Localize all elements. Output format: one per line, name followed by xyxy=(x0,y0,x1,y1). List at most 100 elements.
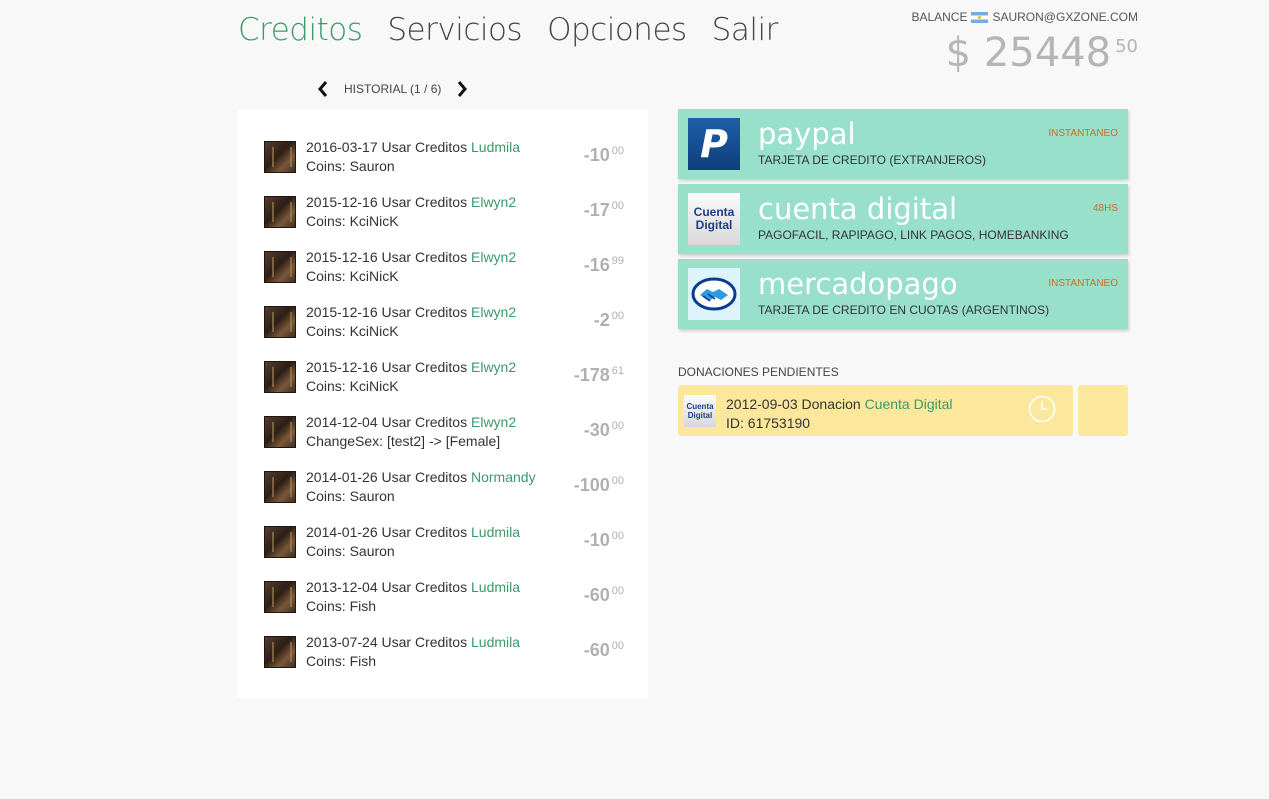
history-user-link[interactable]: Elwyn2 xyxy=(471,304,516,320)
history-user-link[interactable]: Elwyn2 xyxy=(471,414,516,430)
balance-amount: $ 25448 50 xyxy=(946,30,1138,76)
history-panel: 2016-03-17 Usar Creditos Ludmila Coins: … xyxy=(238,109,648,698)
pending-id: ID: 61753190 xyxy=(726,415,811,431)
character-avatar xyxy=(264,581,296,613)
character-avatar xyxy=(264,471,296,503)
history-action: Usar Creditos xyxy=(381,524,468,540)
amount-value: -60 xyxy=(583,585,610,605)
amount-value: -10 xyxy=(583,145,610,165)
history-user-link[interactable]: Elwyn2 xyxy=(471,359,516,375)
character-avatar xyxy=(264,526,296,558)
history-action: Usar Creditos xyxy=(381,194,468,210)
mercadopago-logo-icon xyxy=(688,268,740,320)
history-line1: 2015-12-16 Usar Creditos Elwyn2 xyxy=(306,249,516,265)
payment-name: paypal xyxy=(758,117,856,151)
history-amount: -100 00 xyxy=(574,475,624,496)
amount-cents: 00 xyxy=(611,145,624,157)
character-avatar xyxy=(264,636,296,668)
character-avatar xyxy=(264,251,296,283)
history-date: 2013-12-04 xyxy=(306,579,378,595)
history-action: Usar Creditos xyxy=(381,469,468,485)
history-user-link[interactable]: Ludmila xyxy=(471,579,520,595)
history-line1: 2015-12-16 Usar Creditos Elwyn2 xyxy=(306,194,516,210)
character-avatar xyxy=(264,306,296,338)
payment-name: cuenta digital xyxy=(758,192,958,226)
history-amount: -10 00 xyxy=(584,530,624,551)
next-page-button[interactable] xyxy=(455,80,469,98)
history-action: Usar Creditos xyxy=(381,359,468,375)
amount-cents: 00 xyxy=(611,310,624,322)
history-row: 2013-12-04 Usar Creditos Ludmila Coins: … xyxy=(264,579,624,619)
amount-value: -2 xyxy=(593,310,610,330)
pending-action: Donacion xyxy=(801,396,861,412)
amount-value: -17 xyxy=(583,200,610,220)
history-row: 2015-12-16 Usar Creditos Elwyn2 Coins: K… xyxy=(264,194,624,234)
history-user-link[interactable]: Ludmila xyxy=(471,139,520,155)
pending-title: DONACIONES PENDIENTES xyxy=(678,365,839,379)
history-row: 2015-12-16 Usar Creditos Elwyn2 Coins: K… xyxy=(264,249,624,289)
payment-cuenta-digital[interactable]: Cuenta Digital cuenta digital PAGOFACIL,… xyxy=(678,184,1128,254)
payment-desc: TARJETA DE CREDITO EN CUOTAS (ARGENTINOS… xyxy=(758,303,1050,317)
history-detail: Coins: KciNicK xyxy=(306,213,399,229)
history-line1: 2014-12-04 Usar Creditos Elwyn2 xyxy=(306,414,516,430)
history-row: 2014-12-04 Usar Creditos Elwyn2 ChangeSe… xyxy=(264,414,624,454)
history-detail: Coins: Fish xyxy=(306,653,377,669)
payment-tag: INSTANTANEO xyxy=(1048,278,1118,289)
history-detail: Coins: Fish xyxy=(306,598,377,614)
nav-salir[interactable]: Salir xyxy=(712,12,779,48)
history-line1: 2013-07-24 Usar Creditos Ludmila xyxy=(306,634,520,650)
history-amount: -60 00 xyxy=(584,585,624,606)
history-amount: -30 00 xyxy=(584,420,624,441)
history-date: 2015-12-16 xyxy=(306,359,378,375)
clock-icon xyxy=(1028,395,1056,423)
history-action: Usar Creditos xyxy=(381,414,468,430)
user-email: SAURON@GXZONE.COM xyxy=(992,10,1138,24)
amount-value: -10 xyxy=(583,530,610,550)
history-user-link[interactable]: Elwyn2 xyxy=(471,249,516,265)
history-user-link[interactable]: Ludmila xyxy=(471,634,520,650)
argentina-flag-icon xyxy=(971,11,989,23)
nav-servicios[interactable]: Servicios xyxy=(387,12,522,48)
history-line1: 2014-01-26 Usar Creditos Normandy xyxy=(306,469,536,485)
nav-opciones[interactable]: Opciones xyxy=(547,12,687,48)
history-detail: Coins: Sauron xyxy=(306,488,395,504)
amount-cents: 00 xyxy=(611,200,624,212)
amount-cents: 00 xyxy=(611,530,624,542)
prev-page-button[interactable] xyxy=(316,80,330,98)
history-detail: Coins: Sauron xyxy=(306,543,395,559)
pending-donation[interactable]: Cuenta Digital 2012-09-03 Donacion Cuent… xyxy=(678,385,1073,436)
history-date: 2015-12-16 xyxy=(306,304,378,320)
history-date: 2014-01-26 xyxy=(306,469,378,485)
history-action: Usar Creditos xyxy=(381,249,468,265)
history-row: 2016-03-17 Usar Creditos Ludmila Coins: … xyxy=(264,139,624,179)
history-user-link[interactable]: Elwyn2 xyxy=(471,194,516,210)
amount-cents: 00 xyxy=(611,585,624,597)
main-nav: Creditos Servicios Opciones Salir xyxy=(238,12,803,48)
chevron-right-icon xyxy=(458,81,468,97)
history-amount: -17 00 xyxy=(584,200,624,221)
payment-mercadopago[interactable]: mercadopago TARJETA DE CREDITO EN CUOTAS… xyxy=(678,259,1128,329)
nav-creditos[interactable]: Creditos xyxy=(238,12,363,48)
character-avatar xyxy=(264,361,296,393)
history-line1: 2014-01-26 Usar Creditos Ludmila xyxy=(306,524,520,540)
payment-tag: 48HS xyxy=(1092,203,1118,214)
logo-text: Cuenta xyxy=(686,402,714,411)
character-avatar xyxy=(264,416,296,448)
payment-paypal[interactable]: P paypal TARJETA DE CREDITO (EXTRANJEROS… xyxy=(678,109,1128,179)
history-label: HISTORIAL (1 / 6) xyxy=(344,82,442,96)
history-user-link[interactable]: Normandy xyxy=(471,469,536,485)
balance-label: BALANCE xyxy=(911,10,968,24)
balance-cents: 50 xyxy=(1115,36,1138,57)
pending-action-button[interactable] xyxy=(1078,385,1128,436)
character-avatar xyxy=(264,141,296,173)
history-date: 2013-07-24 xyxy=(306,634,378,650)
logo-text: Digital xyxy=(687,411,713,420)
history-line1: 2013-12-04 Usar Creditos Ludmila xyxy=(306,579,520,595)
amount-value: -100 xyxy=(573,475,610,495)
history-date: 2016-03-17 xyxy=(306,139,378,155)
history-amount: -10 00 xyxy=(584,145,624,166)
pending-method-link[interactable]: Cuenta Digital xyxy=(865,396,953,412)
history-user-link[interactable]: Ludmila xyxy=(471,524,520,540)
history-action: Usar Creditos xyxy=(381,304,468,320)
history-row: 2013-07-24 Usar Creditos Ludmila Coins: … xyxy=(264,634,624,674)
